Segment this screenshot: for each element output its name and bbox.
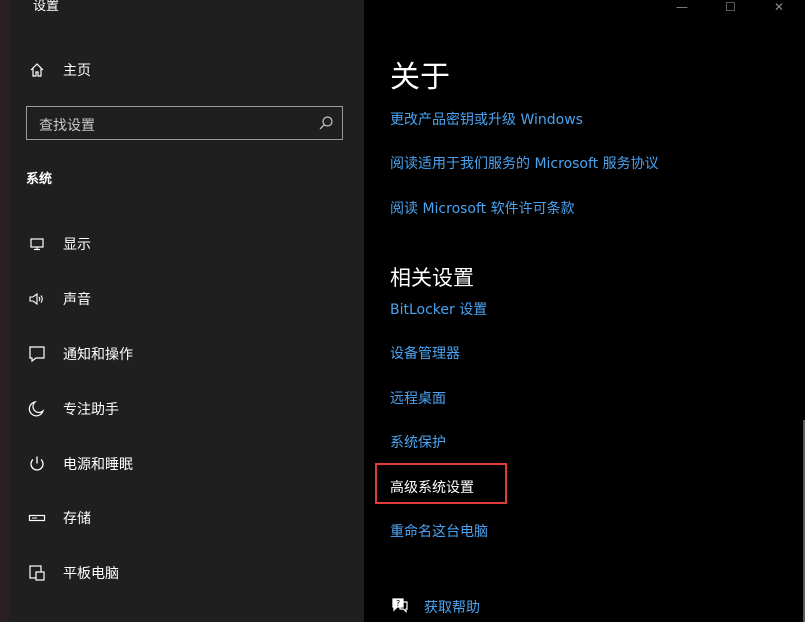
sidebar-item-tablet[interactable]: 平板电脑 xyxy=(27,555,357,591)
display-icon xyxy=(27,234,47,254)
tablet-icon xyxy=(27,563,47,583)
close-button[interactable]: ✕ xyxy=(774,0,784,14)
link-system-protection[interactable]: 系统保护 xyxy=(390,432,446,452)
sidebar-item-label: 主页 xyxy=(63,63,91,79)
sidebar-item-label: 显示 xyxy=(63,237,91,253)
sidebar-item-label: 通知和操作 xyxy=(63,347,133,363)
focus-assist-icon xyxy=(27,399,47,419)
search-icon[interactable] xyxy=(318,115,334,131)
sidebar-item-display[interactable]: 显示 xyxy=(27,226,357,262)
link-change-product-key[interactable]: 更改产品密钥或升级 Windows xyxy=(390,109,583,129)
sidebar-item-focus-assist[interactable]: 专注助手 xyxy=(27,391,357,427)
sidebar-item-label: 专注助手 xyxy=(63,402,119,418)
link-license-terms[interactable]: 阅读 Microsoft 软件许可条款 xyxy=(390,198,575,218)
minimize-button[interactable]: — xyxy=(676,0,688,14)
power-icon xyxy=(27,454,47,474)
search-input[interactable]: 查找设置 xyxy=(26,106,343,140)
window-title: 设置 xyxy=(33,0,60,14)
multitasking-icon xyxy=(27,612,47,622)
sidebar-item-label: 声音 xyxy=(63,292,91,308)
background-edge xyxy=(0,0,9,622)
sidebar-item-label: 平板电脑 xyxy=(63,566,119,582)
storage-icon xyxy=(27,508,47,528)
sidebar-item-notifications[interactable]: 通知和操作 xyxy=(27,336,357,372)
link-device-manager[interactable]: 设备管理器 xyxy=(390,343,460,363)
search-placeholder: 查找设置 xyxy=(39,118,95,134)
sidebar-item-power-sleep[interactable]: 电源和睡眠 xyxy=(27,446,357,482)
link-rename-pc[interactable]: 重命名这台电脑 xyxy=(390,521,488,541)
sidebar-item-sound[interactable]: 声音 xyxy=(27,281,357,317)
main-content: — ☐ ✕ 关于 更改产品密钥或升级 Windows 阅读适用于我们服务的 Mi… xyxy=(364,0,805,622)
sidebar-item-storage[interactable]: 存储 xyxy=(27,500,357,536)
sidebar-item-multitasking[interactable] xyxy=(27,604,357,622)
sidebar-item-home[interactable]: 主页 xyxy=(27,52,357,88)
link-services-agreement[interactable]: 阅读适用于我们服务的 Microsoft 服务协议 xyxy=(390,153,659,173)
section-heading-related: 相关设置 xyxy=(390,266,474,290)
get-help-link[interactable]: ? 获取帮助 xyxy=(390,596,480,618)
section-title: 系统 xyxy=(26,172,53,187)
link-advanced-system-settings[interactable]: 高级系统设置 xyxy=(390,477,474,497)
sound-icon xyxy=(27,289,47,309)
home-icon xyxy=(27,60,47,80)
notification-icon xyxy=(27,344,47,364)
link-remote-desktop[interactable]: 远程桌面 xyxy=(390,388,446,408)
link-bitlocker-settings[interactable]: BitLocker 设置 xyxy=(390,299,487,319)
settings-window: 设置 主页 查找设置 系统 显示 声音 通知和操作 专注助手 电源和睡眠 存储 … xyxy=(0,0,805,622)
sidebar-item-label: 电源和睡眠 xyxy=(63,457,133,473)
sidebar-item-label: 存储 xyxy=(63,511,91,527)
page-title: 关于 xyxy=(390,60,450,95)
help-label: 获取帮助 xyxy=(424,600,480,616)
sidebar: 设置 主页 查找设置 系统 显示 声音 通知和操作 专注助手 电源和睡眠 存储 … xyxy=(9,0,364,622)
help-icon: ? xyxy=(390,596,410,618)
maximize-button[interactable]: ☐ xyxy=(725,0,736,14)
